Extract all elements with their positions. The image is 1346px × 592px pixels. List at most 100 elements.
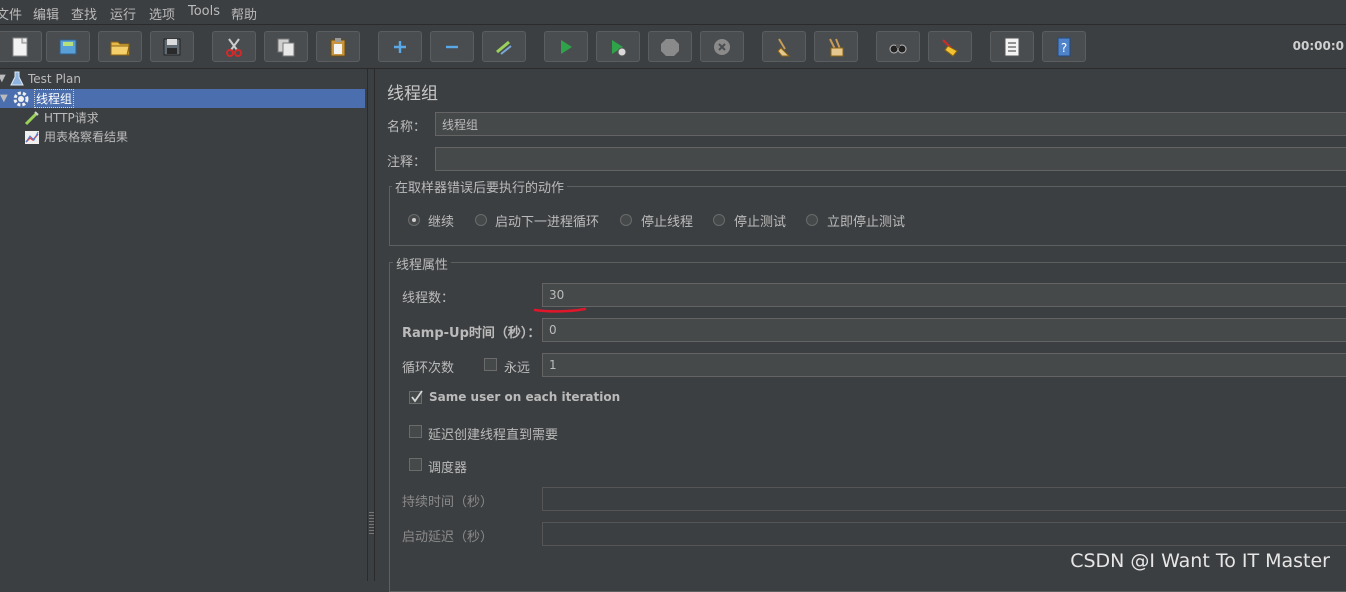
start-no-pause-button[interactable] xyxy=(596,31,640,62)
startup-delay-field[interactable] xyxy=(542,522,1346,546)
menu-help[interactable]: 帮助 xyxy=(231,4,257,23)
toggle-icon xyxy=(496,40,512,55)
paste-icon xyxy=(330,37,346,56)
startup-delay-label: 启动延迟（秒） xyxy=(402,530,494,545)
same-user-label[interactable]: Same user on each iteration xyxy=(429,390,620,404)
save-button[interactable] xyxy=(150,31,194,62)
scheduler-label[interactable]: 调度器 xyxy=(428,457,467,476)
name-field[interactable] xyxy=(435,112,1346,136)
reset-search-button[interactable] xyxy=(928,31,972,62)
collapse-button[interactable] xyxy=(430,31,474,62)
forever-checkbox[interactable] xyxy=(484,358,497,371)
red-underline-annotation xyxy=(533,307,587,313)
pipette-icon xyxy=(24,110,39,125)
gear-icon xyxy=(13,91,29,106)
function-helper-icon xyxy=(1004,37,1020,56)
divider-grip-icon[interactable] xyxy=(369,512,374,534)
stop-icon xyxy=(661,38,679,56)
tree-label: 用表格察看结果 xyxy=(44,130,129,144)
shutdown-button[interactable] xyxy=(700,31,744,62)
open-button[interactable] xyxy=(98,31,142,62)
menu-file[interactable]: 文件 xyxy=(0,4,22,23)
test-plan-tree: ▼ Test Plan ▼ 线程组 HTTP请求 用表格察看结果 xyxy=(0,69,367,581)
clear-button[interactable] xyxy=(762,31,806,62)
radio-continue-label[interactable]: 继续 xyxy=(428,211,454,230)
radio-start-next-loop[interactable] xyxy=(475,214,487,226)
tree-node-test-plan[interactable]: ▼ Test Plan xyxy=(0,69,81,88)
menu-run[interactable]: 运行 xyxy=(110,4,136,23)
thread-properties-title: 线程属性 xyxy=(393,254,452,273)
radio-stop-test-now-label[interactable]: 立即停止测试 xyxy=(827,211,905,230)
elapsed-timer: 00:00:0 xyxy=(1292,39,1344,53)
comment-label: 注释： xyxy=(387,155,427,170)
toolbar: ? 00:00:0 xyxy=(0,25,1346,69)
toggle-button[interactable] xyxy=(482,31,526,62)
comment-field[interactable] xyxy=(435,147,1346,171)
clear-icon xyxy=(777,37,791,56)
search-button[interactable] xyxy=(876,31,920,62)
expand-arrow-icon[interactable]: ▼ xyxy=(0,93,10,104)
expand-button[interactable] xyxy=(378,31,422,62)
cut-icon xyxy=(226,37,242,57)
svg-text:?: ? xyxy=(1061,41,1067,55)
help-button[interactable]: ? xyxy=(1042,31,1086,62)
same-user-checkbox[interactable] xyxy=(409,390,423,404)
loop-count-field[interactable] xyxy=(542,353,1346,377)
menu-options[interactable]: 选项 xyxy=(149,4,175,23)
radio-stop-test-now[interactable] xyxy=(806,214,818,226)
copy-button[interactable] xyxy=(264,31,308,62)
help-icon: ? xyxy=(1057,37,1071,56)
copy-icon xyxy=(277,38,295,56)
chart-icon xyxy=(25,130,39,144)
expand-arrow-icon[interactable]: ▼ xyxy=(0,73,8,84)
scheduler-checkbox[interactable] xyxy=(409,458,422,471)
loop-count-label: 循环次数 xyxy=(402,361,455,376)
checkmark-icon xyxy=(411,390,423,403)
duration-field[interactable] xyxy=(542,487,1346,511)
split-pane-divider[interactable] xyxy=(367,69,375,581)
thread-count-field[interactable] xyxy=(542,283,1346,307)
tree-node-thread-group[interactable]: ▼ 线程组 xyxy=(0,89,365,108)
start-no-pause-icon xyxy=(612,39,627,56)
collapse-icon xyxy=(446,45,458,48)
panel-title: 线程组 xyxy=(387,84,438,104)
thread-group-panel: 线程组 名称： 注释： 在取样器错误后要执行的动作 继续 启动下一进程循环 停止… xyxy=(375,69,1346,592)
templates-button[interactable] xyxy=(46,31,90,62)
radio-continue[interactable] xyxy=(408,214,420,226)
duration-label: 持续时间（秒） xyxy=(402,495,494,510)
forever-label[interactable]: 永远 xyxy=(504,357,530,376)
threads-label: 线程数： xyxy=(402,291,455,306)
new-button[interactable] xyxy=(0,31,42,62)
menu-edit[interactable]: 编辑 xyxy=(33,4,59,23)
flask-icon xyxy=(10,71,24,85)
save-icon xyxy=(163,38,181,55)
radio-stop-thread[interactable] xyxy=(620,214,632,226)
radio-stop-test[interactable] xyxy=(713,214,725,226)
menu-tools[interactable]: Tools xyxy=(188,4,220,19)
rampup-label: Ramp-Up时间（秒）： xyxy=(402,326,541,341)
radio-stop-thread-label[interactable]: 停止线程 xyxy=(641,211,693,230)
menu-search[interactable]: 查找 xyxy=(71,4,97,23)
expand-icon xyxy=(394,40,406,53)
open-icon xyxy=(110,41,130,55)
rampup-field[interactable] xyxy=(542,318,1346,342)
cut-button[interactable] xyxy=(212,31,256,62)
new-icon xyxy=(12,37,28,56)
radio-start-next-loop-label[interactable]: 启动下一进程循环 xyxy=(495,211,599,230)
tree-label: 线程组 xyxy=(34,89,75,108)
search-icon xyxy=(889,43,907,53)
reset-search-icon xyxy=(942,38,958,57)
paste-button[interactable] xyxy=(316,31,360,62)
start-button[interactable] xyxy=(544,31,588,62)
delay-thread-creation-label[interactable]: 延迟创建线程直到需要 xyxy=(428,424,558,443)
csdn-watermark: CSDN @I Want To IT Master xyxy=(1070,550,1330,572)
tree-node-http-request[interactable]: HTTP请求 xyxy=(24,108,99,127)
clear-all-button[interactable] xyxy=(814,31,858,62)
radio-stop-test-label[interactable]: 停止测试 xyxy=(734,211,786,230)
tree-label: Test Plan xyxy=(28,71,81,86)
delay-thread-creation-checkbox[interactable] xyxy=(409,425,422,438)
tree-node-results-table[interactable]: 用表格察看结果 xyxy=(24,127,128,146)
stop-button[interactable] xyxy=(648,31,692,62)
name-label: 名称： xyxy=(387,120,427,135)
function-helper-button[interactable] xyxy=(990,31,1034,62)
